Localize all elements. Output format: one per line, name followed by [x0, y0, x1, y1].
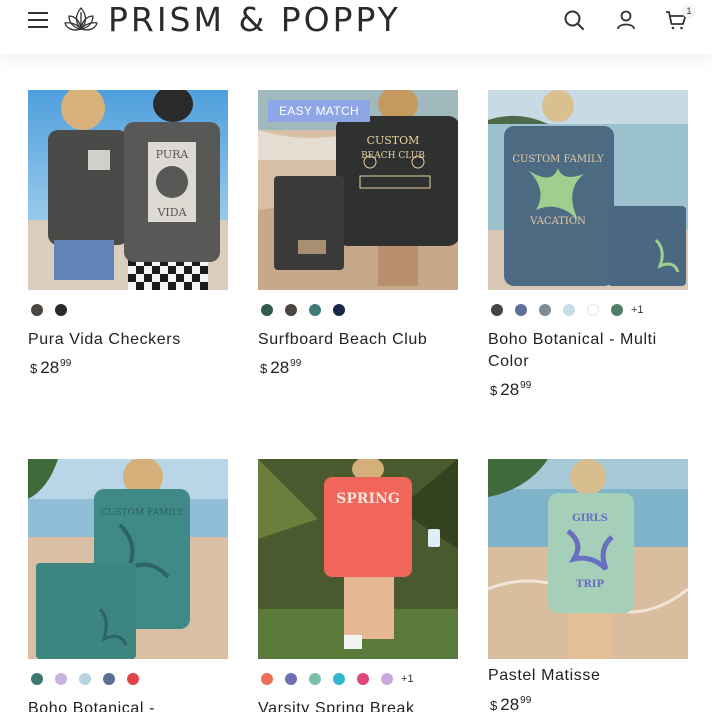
color-swatch[interactable] [31, 673, 43, 685]
product-title[interactable]: Pura Vida Checkers [28, 329, 228, 351]
site-header: PRISM & POPPY 1 [0, 0, 712, 54]
color-swatches: +1 [491, 304, 644, 316]
color-swatch[interactable] [539, 304, 551, 316]
svg-text:PURA: PURA [156, 148, 190, 161]
color-swatch[interactable] [31, 304, 43, 316]
color-swatches [261, 304, 357, 316]
product-title[interactable]: Pastel Matisse [488, 665, 688, 687]
color-swatch[interactable] [285, 304, 297, 316]
product-image[interactable]: PURA VIDA [28, 90, 228, 290]
product-price: $2899 [260, 358, 302, 377]
product-badge: EASY MATCH [268, 100, 370, 122]
color-swatch[interactable] [261, 304, 273, 316]
product-image[interactable]: CUSTOM FAMILY VACATION [488, 90, 688, 290]
color-swatch[interactable] [79, 673, 91, 685]
color-swatches [31, 673, 151, 685]
svg-text:CUSTOM FAMILY: CUSTOM FAMILY [512, 154, 604, 165]
account-icon[interactable] [614, 8, 638, 32]
color-swatches [31, 304, 79, 316]
product-price: $2899 [30, 358, 72, 377]
brand-logo[interactable]: PRISM & POPPY [64, 0, 401, 40]
color-swatch[interactable] [381, 673, 393, 685]
svg-text:VACATION: VACATION [529, 216, 586, 227]
menu-icon[interactable] [28, 11, 50, 29]
color-swatch[interactable] [285, 673, 297, 685]
product-price: $2899 [490, 380, 532, 399]
color-swatch[interactable] [357, 673, 369, 685]
product-title[interactable]: Varsity Spring Break [258, 698, 458, 712]
color-swatch[interactable] [611, 304, 623, 316]
cart-count-badge: 1 [682, 4, 696, 18]
search-icon[interactable] [562, 8, 586, 32]
color-swatch[interactable] [333, 673, 345, 685]
brand-name: PRISM & POPPY [108, 0, 401, 39]
product-price: $2899 [490, 695, 532, 712]
product-image[interactable]: GIRLS TRIP [488, 459, 688, 659]
color-swatch[interactable] [309, 304, 321, 316]
product-image[interactable]: CUSTOM FAMILY [28, 459, 228, 659]
svg-text:VIDA: VIDA [156, 206, 187, 219]
product-image[interactable]: CUSTOM BEACH CLUB EASY MATCH [258, 90, 458, 290]
svg-text:CUSTOM: CUSTOM [367, 134, 420, 147]
color-swatch[interactable] [333, 304, 345, 316]
color-swatch[interactable] [563, 304, 575, 316]
product-title[interactable]: Surfboard Beach Club [258, 329, 458, 351]
color-swatch[interactable] [309, 673, 321, 685]
color-swatch[interactable] [515, 304, 527, 316]
color-swatches: +1 [261, 673, 414, 685]
svg-text:TRIP: TRIP [576, 579, 604, 590]
color-swatch[interactable] [261, 673, 273, 685]
color-swatch[interactable] [587, 304, 599, 316]
color-swatch[interactable] [491, 304, 503, 316]
svg-text:CUSTOM FAMILY: CUSTOM FAMILY [101, 508, 184, 518]
product-title[interactable]: Boho Botanical - [28, 698, 228, 712]
product-image[interactable]: SPRING [258, 459, 458, 659]
color-swatch[interactable] [55, 673, 67, 685]
svg-text:GIRLS: GIRLS [572, 513, 608, 524]
color-swatch[interactable] [127, 673, 139, 685]
svg-text:SPRING: SPRING [336, 491, 400, 507]
color-swatch[interactable] [55, 304, 67, 316]
product-title[interactable]: Boho Botanical - Multi Color [488, 329, 688, 373]
more-colors-count[interactable]: +1 [401, 673, 414, 685]
more-colors-count[interactable]: +1 [631, 304, 644, 316]
lotus-logo-icon [64, 7, 98, 31]
color-swatch[interactable] [103, 673, 115, 685]
